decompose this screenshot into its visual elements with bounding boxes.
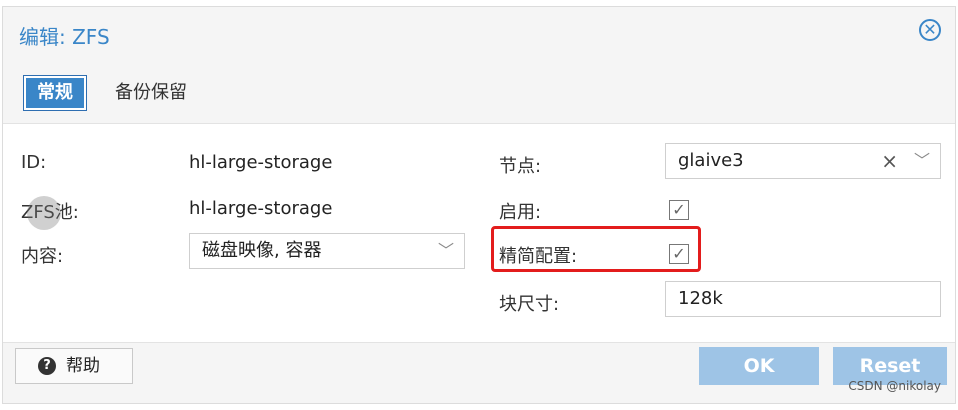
form-panel: ID: hl-large-storage ZFS池: hl-large-stor… — [3, 123, 955, 343]
tab-general-label: 常规 — [26, 78, 84, 108]
cursor-indicator — [27, 196, 61, 230]
blocksize-input[interactable]: 128k — [665, 281, 941, 317]
watermark: CSDN @nikolay — [848, 379, 941, 393]
content-select[interactable]: 磁盘映像, 容器 ﹀ — [189, 233, 465, 269]
id-label: ID: — [21, 152, 47, 173]
close-icon[interactable]: ✕ — [919, 19, 941, 41]
ok-button[interactable]: OK — [699, 347, 819, 385]
zfs-pool-value: hl-large-storage — [189, 198, 333, 219]
node-label: 节点: — [499, 156, 542, 177]
id-value: hl-large-storage — [189, 152, 333, 173]
tab-backup-retention[interactable]: 备份保留 — [115, 75, 187, 111]
close-glyph: ✕ — [923, 20, 937, 39]
content-select-value: 磁盘映像, 容器 — [202, 240, 322, 261]
annotation-highlight-box — [491, 226, 701, 272]
enable-checkbox[interactable]: ✓ — [669, 200, 689, 220]
chevron-down-icon[interactable]: ﹀ — [438, 234, 454, 268]
node-select-value: glaive3 — [678, 150, 744, 171]
dialog-title: 编辑: ZFS — [19, 25, 110, 49]
help-label: 帮助 — [66, 356, 100, 376]
chevron-down-icon[interactable]: ﹀ — [914, 144, 930, 178]
edit-zfs-dialog: 编辑: ZFS ✕ 常规 备份保留 ID: hl-large-storage Z… — [2, 6, 956, 404]
node-select[interactable]: glaive3 × ﹀ — [665, 143, 941, 179]
question-icon: ? — [38, 357, 56, 375]
blocksize-label: 块尺寸: — [499, 294, 560, 315]
tab-general[interactable]: 常规 — [23, 75, 87, 111]
clear-icon[interactable]: × — [881, 144, 898, 178]
enable-label: 启用: — [499, 202, 542, 223]
help-button[interactable]: ? 帮助 — [15, 348, 133, 384]
content-label: 内容: — [21, 246, 64, 267]
